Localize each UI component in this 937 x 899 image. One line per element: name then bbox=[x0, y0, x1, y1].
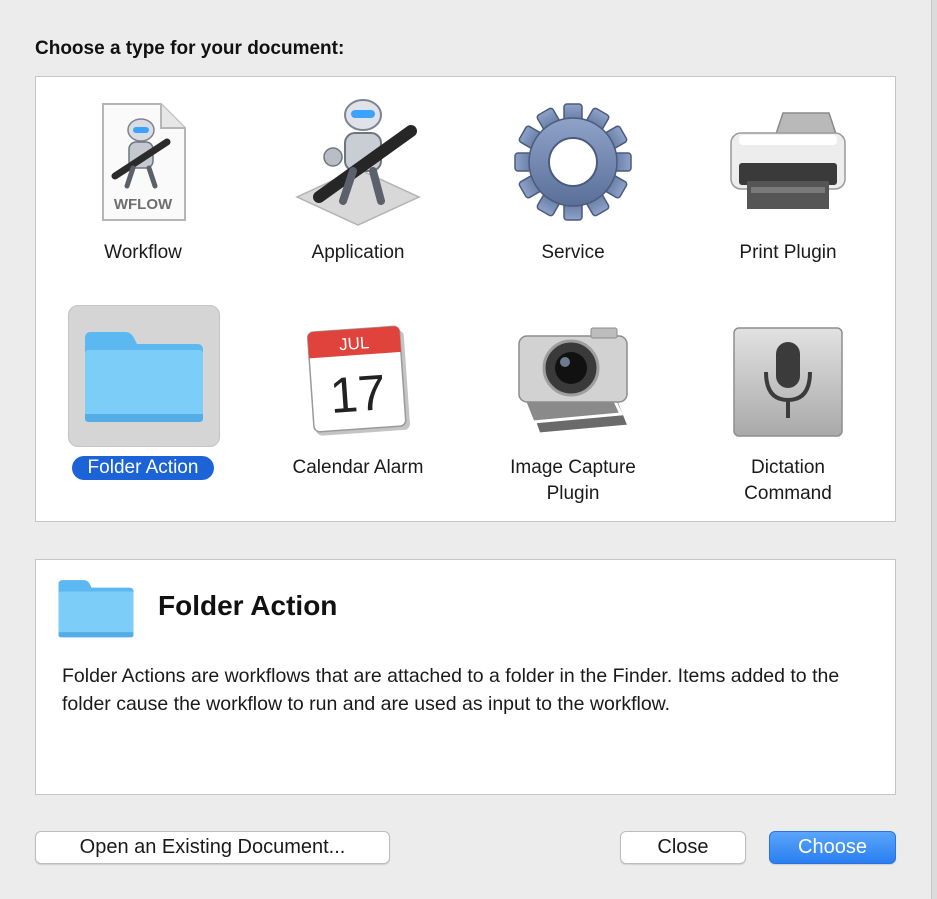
detail-panel: Folder Action Folder Actions are workflo… bbox=[35, 559, 896, 795]
calendar-icon: JUL 17 bbox=[293, 317, 423, 447]
camera-icon bbox=[508, 317, 638, 447]
open-existing-document-button[interactable]: Open an Existing Document... bbox=[35, 831, 390, 864]
type-label: Dictation Command bbox=[744, 457, 832, 504]
type-label: Service bbox=[541, 242, 605, 263]
type-label: Calendar Alarm bbox=[292, 457, 424, 478]
svg-text:17: 17 bbox=[328, 364, 387, 424]
type-label: Print Plugin bbox=[739, 242, 837, 263]
type-label: Image Capture Plugin bbox=[510, 457, 636, 504]
svg-text:JUL: JUL bbox=[339, 333, 370, 354]
type-calendar-alarm[interactable]: JUL 17 Calendar Alarm bbox=[258, 305, 458, 515]
type-service[interactable]: Service bbox=[473, 85, 673, 295]
svg-text:WFLOW: WFLOW bbox=[114, 196, 173, 213]
type-workflow[interactable]: WFLOW Workflow bbox=[43, 85, 243, 295]
type-label: Workflow bbox=[104, 242, 182, 263]
microphone-icon bbox=[723, 317, 853, 447]
printer-icon bbox=[723, 97, 853, 227]
folder-icon bbox=[68, 305, 220, 447]
wflow-document-icon: WFLOW bbox=[78, 97, 208, 227]
window-edge bbox=[931, 0, 937, 899]
gear-icon bbox=[508, 97, 638, 227]
type-print-plugin[interactable]: Print Plugin bbox=[688, 85, 888, 295]
type-application[interactable]: Application bbox=[258, 85, 458, 295]
type-label: Folder Action bbox=[43, 455, 243, 481]
detail-title: Folder Action bbox=[158, 590, 338, 621]
type-dictation-command[interactable]: Dictation Command bbox=[688, 305, 888, 515]
automator-robot-icon bbox=[293, 97, 423, 227]
type-image-capture-plugin[interactable]: Image Capture Plugin bbox=[473, 305, 673, 515]
choose-button[interactable]: Choose bbox=[769, 831, 896, 864]
type-label: Application bbox=[311, 242, 405, 263]
type-folder-action[interactable]: Folder Action bbox=[43, 305, 243, 515]
dialog-heading: Choose a type for your document: bbox=[35, 38, 345, 59]
detail-description: Folder Actions are workflows that are at… bbox=[62, 665, 840, 715]
folder-icon bbox=[56, 576, 136, 645]
close-button[interactable]: Close bbox=[620, 831, 746, 864]
document-type-grid: WFLOW Workflow Application Service Print… bbox=[35, 76, 896, 522]
